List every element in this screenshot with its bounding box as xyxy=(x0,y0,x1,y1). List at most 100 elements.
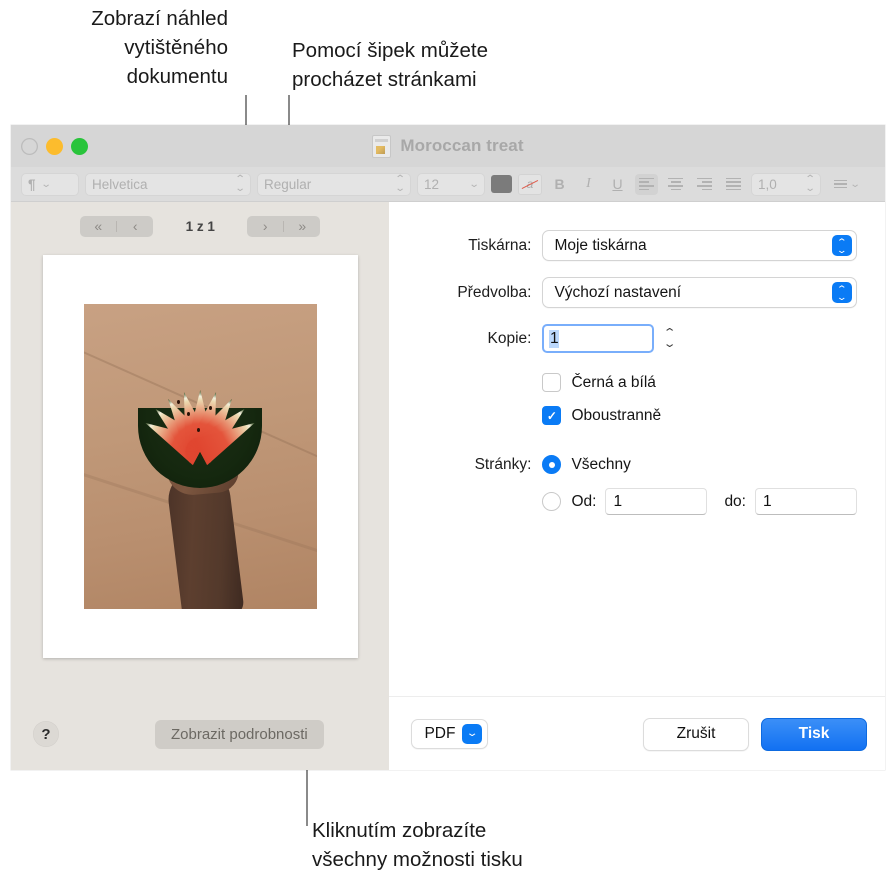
preview-photo-watermelon xyxy=(83,304,317,609)
pages-range-radio[interactable] xyxy=(542,492,562,511)
pages-to-label: do: xyxy=(724,492,746,510)
pdf-menu-button[interactable]: PDF ⌄ xyxy=(411,719,489,749)
black-and-white-row: Černá a bílá xyxy=(389,373,857,392)
copies-row: Kopie: 1 ⌃ ⌄ xyxy=(389,324,857,353)
updown-chevron-icon: ⌃ ⌄ xyxy=(832,282,852,303)
pages-label: Stránky: xyxy=(474,455,532,473)
window-title: Moroccan treat xyxy=(400,136,524,155)
copies-input[interactable]: 1 xyxy=(542,324,655,353)
preset-value: Výchozí nastavení xyxy=(554,283,682,301)
preview-bottom-bar: ? Zobrazit podrobnosti xyxy=(11,697,389,770)
chevron-down-icon: ⌄ xyxy=(462,724,483,744)
pages-to-input[interactable]: 1 xyxy=(755,488,857,515)
pages-from-label: Od: xyxy=(571,492,597,510)
dialog-body: « ‹ 1 z 1 › » ? Zobrazit podrobnosti Tis… xyxy=(11,202,885,770)
paragraph-style-popup[interactable]: ¶ ⌄ xyxy=(21,172,79,196)
bold-button[interactable]: B xyxy=(548,174,571,195)
pages-all-radio[interactable] xyxy=(542,455,562,474)
page-preview[interactable] xyxy=(42,255,358,658)
updown-chevron-icon: ⌃ ⌄ xyxy=(394,174,406,194)
text-color-swatch[interactable] xyxy=(491,175,512,193)
show-details-button[interactable]: Zobrazit podrobnosti xyxy=(155,719,324,749)
align-left-button[interactable] xyxy=(635,173,658,195)
printer-row: Tiskárna: Moje tiskárna ⌃ ⌄ xyxy=(389,230,857,261)
back-navigation-segment[interactable]: « ‹ xyxy=(80,215,154,237)
options-rows: Tiskárna: Moje tiskárna ⌃ ⌄ Předvolba: Vý… xyxy=(389,202,885,515)
maximize-window-button[interactable] xyxy=(71,137,88,155)
minimize-window-button[interactable] xyxy=(46,137,63,155)
italic-button[interactable]: I xyxy=(577,174,600,195)
copies-value: 1 xyxy=(549,329,560,348)
pages-from-value: 1 xyxy=(613,492,623,510)
print-options-pane: Tiskárna: Moje tiskárna ⌃ ⌄ Předvolba: Vý… xyxy=(389,202,885,770)
line-spacing-popup[interactable]: 1,0 ⌃ ⌄ xyxy=(751,172,821,196)
underline-button[interactable]: U xyxy=(606,174,629,195)
traffic-lights xyxy=(11,137,88,155)
window-title-group: Moroccan treat xyxy=(11,134,885,158)
font-size-popup[interactable]: 12 ⌄ xyxy=(417,172,485,196)
pages-from-input[interactable]: 1 xyxy=(605,488,708,515)
chevron-down-icon: ⌄ xyxy=(849,178,862,190)
copies-stepper[interactable]: ⌃ ⌄ xyxy=(661,325,678,353)
forward-navigation-segment[interactable]: › » xyxy=(247,215,321,237)
list-style-popup[interactable]: ⌄ xyxy=(827,174,867,195)
page-indicator: 1 z 1 xyxy=(185,218,215,234)
duplex-checkbox[interactable]: ✓ xyxy=(542,406,562,425)
print-button[interactable]: Tisk xyxy=(761,717,867,751)
paper-preview-wrapper xyxy=(11,250,389,697)
checkmark-icon: ✓ xyxy=(546,408,557,423)
black-and-white-checkbox[interactable] xyxy=(542,373,562,392)
print-dialog-window: Moroccan treat ¶ ⌄ Helvetica ⌃ ⌄ Regular … xyxy=(11,125,885,770)
updown-chevron-icon: ⌃ ⌄ xyxy=(234,174,246,194)
printer-value: Moje tiskárna xyxy=(554,236,647,254)
previous-page-button[interactable]: ‹ xyxy=(117,216,153,237)
list-icon xyxy=(834,179,848,189)
font-style-popup[interactable]: Regular ⌃ ⌄ xyxy=(257,172,411,196)
printer-popup[interactable]: Moje tiskárna ⌃ ⌄ xyxy=(542,230,857,261)
pages-all-label: Všechny xyxy=(571,455,631,473)
preset-row: Předvolba: Výchozí nastavení ⌃ ⌄ xyxy=(389,277,857,308)
font-family-popup[interactable]: Helvetica ⌃ ⌄ xyxy=(85,172,251,196)
align-right-icon xyxy=(697,177,712,191)
pages-all-row: Stránky: Všechny xyxy=(389,455,857,474)
cancel-button[interactable]: Zrušit xyxy=(643,717,749,751)
align-left-icon xyxy=(639,177,654,191)
close-window-button[interactable] xyxy=(21,137,38,155)
updown-chevron-icon: ⌃ ⌄ xyxy=(804,174,816,194)
help-button[interactable]: ? xyxy=(33,721,59,747)
line-spacing-value: 1,0 xyxy=(758,176,777,192)
next-page-button[interactable]: › xyxy=(247,216,283,237)
highlight-icon[interactable]: a xyxy=(518,173,542,195)
chevron-down-icon: ⌄ xyxy=(40,178,52,190)
paragraph-mark-icon: ¶ xyxy=(28,176,36,192)
align-center-button[interactable] xyxy=(664,174,687,195)
align-justify-icon xyxy=(726,177,741,191)
last-page-button[interactable]: » xyxy=(284,216,320,237)
pages-range-row: Od: 1 do: 1 xyxy=(389,488,857,515)
callout-arrows-text: Pomocí šipek můžete procházet stránkami xyxy=(292,39,488,91)
preset-label: Předvolba: xyxy=(457,283,532,301)
font-size-value: 12 xyxy=(424,176,440,192)
font-style-value: Regular xyxy=(264,176,312,192)
print-preview-pane: « ‹ 1 z 1 › » ? Zobrazit podrobnosti xyxy=(11,202,390,770)
printer-label: Tiskárna: xyxy=(468,236,532,254)
duplex-row: ✓ Oboustranně xyxy=(389,406,857,425)
page-navigation: « ‹ 1 z 1 › » xyxy=(11,202,389,250)
align-center-icon xyxy=(668,177,683,191)
dialog-action-bar: PDF ⌄ Zrušit Tisk xyxy=(389,696,885,770)
chevron-down-icon: ⌄ xyxy=(468,178,480,190)
align-right-button[interactable] xyxy=(693,174,716,195)
align-justify-button[interactable] xyxy=(722,174,745,195)
window-titlebar: Moroccan treat xyxy=(11,125,885,167)
first-page-button[interactable]: « xyxy=(80,216,116,237)
duplex-label: Oboustranně xyxy=(571,406,662,424)
callout-details-text: Kliknutím zobrazíte všechny možnosti tis… xyxy=(312,819,523,871)
preset-popup[interactable]: Výchozí nastavení ⌃ ⌄ xyxy=(542,277,857,308)
format-toolbar: ¶ ⌄ Helvetica ⌃⌄ Regular ⌃⌄ 12 ⌄ a B I U xyxy=(11,167,885,202)
pdf-label: PDF xyxy=(424,725,456,742)
document-icon xyxy=(372,134,392,158)
melon-seed xyxy=(177,400,181,404)
copies-label: Kopie: xyxy=(487,329,532,347)
font-family-value: Helvetica xyxy=(92,176,148,192)
updown-chevron-icon: ⌃ ⌄ xyxy=(832,235,852,256)
